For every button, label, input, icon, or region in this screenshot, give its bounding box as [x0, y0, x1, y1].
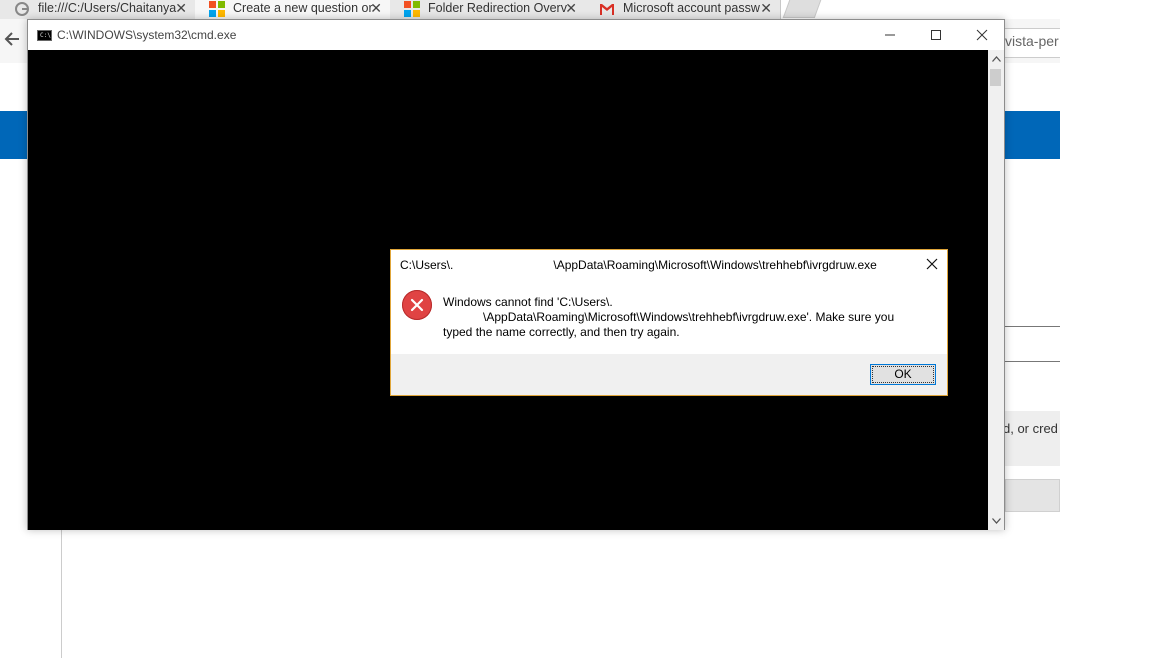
back-arrow-icon[interactable]	[4, 31, 20, 52]
scroll-thumb[interactable]	[990, 69, 1001, 86]
tab-folder-redirection[interactable]: Folder Redirection Overv ✕	[390, 0, 586, 19]
page-header-band	[0, 111, 28, 159]
page-field-line	[1005, 361, 1060, 362]
address-bar[interactable]: vista-per	[1005, 28, 1060, 58]
page-divider	[61, 530, 62, 658]
microsoft-icon	[404, 1, 420, 17]
tab-label: Folder Redirection Overv	[428, 1, 567, 15]
cmd-titlebar[interactable]: C:\ C:\WINDOWS\system32\cmd.exe	[28, 20, 1004, 50]
dialog-footer: OK	[391, 354, 947, 395]
tab-file[interactable]: file:///C:/Users/Chaitanya ✕	[0, 0, 196, 19]
close-icon[interactable]: ✕	[175, 0, 187, 17]
ok-button[interactable]: OK	[870, 364, 936, 385]
page-info-text: d, or cred	[1005, 421, 1058, 436]
close-icon[interactable]: ✕	[370, 0, 382, 17]
maximize-button[interactable]	[913, 20, 959, 50]
close-button[interactable]	[959, 20, 1005, 50]
close-icon[interactable]: ✕	[565, 0, 577, 17]
tab-label: Create a new question or	[233, 1, 373, 15]
tab-create-question[interactable]: Create a new question or ✕	[195, 0, 391, 19]
error-icon	[402, 290, 432, 320]
dialog-title: C:\Users\. \AppData\Roaming\Microsoft\Wi…	[400, 258, 877, 272]
tab-microsoft-account[interactable]: Microsoft account passw ✕	[585, 0, 781, 19]
scroll-up-arrow-icon[interactable]	[988, 52, 1004, 66]
address-text: vista-per	[1005, 33, 1059, 49]
page-info-box: d, or cred	[1005, 411, 1060, 466]
scroll-down-arrow-icon[interactable]	[988, 514, 1004, 528]
message-line: \AppData\Roaming\Microsoft\Windows\trehh…	[443, 310, 895, 324]
page-header-band	[1005, 111, 1060, 159]
page-button[interactable]	[1005, 479, 1060, 512]
new-tab-button[interactable]	[782, 0, 822, 18]
gmail-icon	[599, 1, 615, 17]
close-icon[interactable]	[922, 253, 942, 275]
cmd-title: C:\WINDOWS\system32\cmd.exe	[57, 28, 237, 42]
error-dialog: C:\Users\. \AppData\Roaming\Microsoft\Wi…	[390, 249, 948, 396]
desktop-blank	[1060, 19, 1152, 658]
tab-label: Microsoft account passw	[623, 1, 760, 15]
cmd-icon: C:\	[37, 30, 52, 41]
message-line: Windows cannot find 'C:\Users\.	[443, 295, 613, 309]
scrollbar[interactable]	[988, 50, 1004, 530]
close-icon[interactable]: ✕	[760, 0, 772, 17]
browser-tabstrip: file:///C:/Users/Chaitanya ✕ Create a ne…	[0, 0, 1152, 19]
minimize-button[interactable]	[867, 20, 913, 50]
microsoft-icon	[209, 1, 225, 17]
dialog-message: Windows cannot find 'C:\Users\. \AppData…	[443, 295, 923, 340]
message-line: typed the name correctly, and then try a…	[443, 325, 680, 339]
tab-label: file:///C:/Users/Chaitanya	[38, 1, 177, 15]
page-field-line	[1005, 326, 1060, 327]
google-icon	[14, 1, 30, 17]
